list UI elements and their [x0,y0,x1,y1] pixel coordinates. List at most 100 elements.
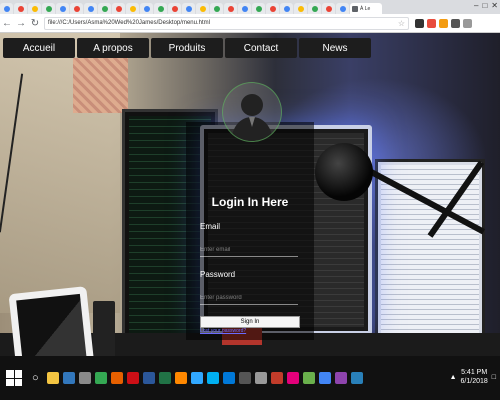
extension-icon[interactable] [415,18,424,28]
favicon-icon [325,5,332,12]
browser-tab[interactable] [84,3,97,14]
browser-tab[interactable] [210,3,223,14]
browser-tab[interactable] [70,3,83,14]
edge-icon[interactable] [62,372,75,384]
menu-icon[interactable] [463,18,472,28]
clock-time: 5:41 PM [461,369,488,376]
browser-tab[interactable] [140,3,153,14]
favicon-icon [199,5,206,12]
notepad-icon[interactable] [302,372,315,384]
forward-icon[interactable]: → [14,18,28,29]
bookmark-star-icon[interactable]: ☆ [398,19,405,28]
favicon-icon [101,5,108,12]
page-content: Accueil A propos Produits Contact News L… [0,33,500,356]
browser-tab[interactable] [126,3,139,14]
clock[interactable]: 5:41 PM 6/1/2018 [461,368,488,386]
avatar-icon [222,82,282,142]
browser-tab[interactable] [154,3,167,14]
nav-accueil[interactable]: Accueil [3,38,75,58]
favicon-icon [129,5,136,12]
page-icon [352,5,358,12]
extensions [415,18,472,28]
nav-a-propos[interactable]: A propos [77,38,149,58]
calculator-icon[interactable] [238,372,251,384]
opera-icon[interactable] [126,372,139,384]
browser-tab[interactable] [266,3,279,14]
password-field[interactable] [200,292,298,305]
media-icon[interactable] [270,372,283,384]
browser-tab[interactable] [28,3,41,14]
favicon-icon [213,5,220,12]
firefox-icon[interactable] [110,372,123,384]
skype-icon[interactable] [206,372,219,384]
photoshop-icon[interactable] [190,372,203,384]
favicon-icon [311,5,318,12]
windows-start-icon[interactable] [6,370,22,386]
browser-tab[interactable] [322,3,335,14]
sign-in-button[interactable]: Sign In [200,316,300,328]
network-icon[interactable]: ▲ [450,374,457,381]
favicon-icon [283,5,290,12]
favicon-icon [269,5,276,12]
browser-tab[interactable] [14,3,27,14]
nav-produits[interactable]: Produits [151,38,223,58]
browser-tab[interactable] [308,3,321,14]
browser-tab[interactable] [0,3,13,14]
background-speaker [93,301,115,356]
browser-tab[interactable] [252,3,265,14]
email-label: Email [200,222,221,231]
favicon-icon [143,5,150,12]
browser-tab[interactable] [336,3,349,14]
browser-toolbar: ← → ↻ file:///C:/Users/Asma%20Wed%20Jame… [0,14,500,33]
browser-tab[interactable] [238,3,251,14]
tab-title: À Le [360,5,371,12]
file-explorer-icon[interactable] [46,372,59,384]
browser-tab[interactable] [56,3,69,14]
browser-tab[interactable] [98,3,111,14]
store-icon[interactable] [78,372,91,384]
background-poster [73,58,128,113]
browser-tab[interactable] [182,3,195,14]
browser-tab[interactable] [42,3,55,14]
browser-tab[interactable] [280,3,293,14]
forgot-password-link[interactable]: Lost your password? [200,328,246,334]
nav-news[interactable]: News [299,38,371,58]
browser-tab[interactable] [112,3,125,14]
chrome-icon[interactable] [94,372,107,384]
favicon-icon [255,5,262,12]
reload-icon[interactable]: ↻ [28,18,42,29]
music-icon[interactable] [286,372,299,384]
search-icon[interactable]: ○ [32,372,39,384]
browser-tab[interactable] [168,3,181,14]
extension-icon[interactable] [427,18,436,28]
minimize-icon[interactable]: – [474,1,478,10]
nav-contact[interactable]: Contact [225,38,297,58]
settings-icon[interactable] [254,372,267,384]
browser-tab[interactable] [294,3,307,14]
app-icon[interactable] [350,372,363,384]
browser-tab[interactable] [224,3,237,14]
system-tray: ▲ 5:41 PM 6/1/2018 □ [450,368,496,386]
browser-tab[interactable] [196,3,209,14]
taskbar-apps [46,372,363,384]
password-label: Password [200,270,236,279]
background-tablet [8,286,96,356]
mail-icon[interactable] [222,372,235,384]
excel-icon[interactable] [158,372,171,384]
app-icon[interactable] [334,372,347,384]
email-field[interactable] [200,244,298,257]
login-title: Login In Here [211,195,289,209]
extension-icon[interactable] [439,18,448,28]
maximize-icon[interactable]: □ [482,1,487,10]
back-icon[interactable]: ← [0,18,14,29]
favicon-icon [227,5,234,12]
address-bar[interactable]: file:///C:/Users/Asma%20Wed%20James/Desk… [44,16,409,30]
extension-icon[interactable] [451,18,460,28]
word-icon[interactable] [142,372,155,384]
notification-icon[interactable]: □ [492,374,496,381]
close-icon[interactable]: ✕ [491,1,498,10]
favicon-icon [73,5,80,12]
tab-active[interactable]: À Le [350,3,382,14]
vlc-icon[interactable] [174,372,187,384]
browser-icon[interactable] [318,372,331,384]
